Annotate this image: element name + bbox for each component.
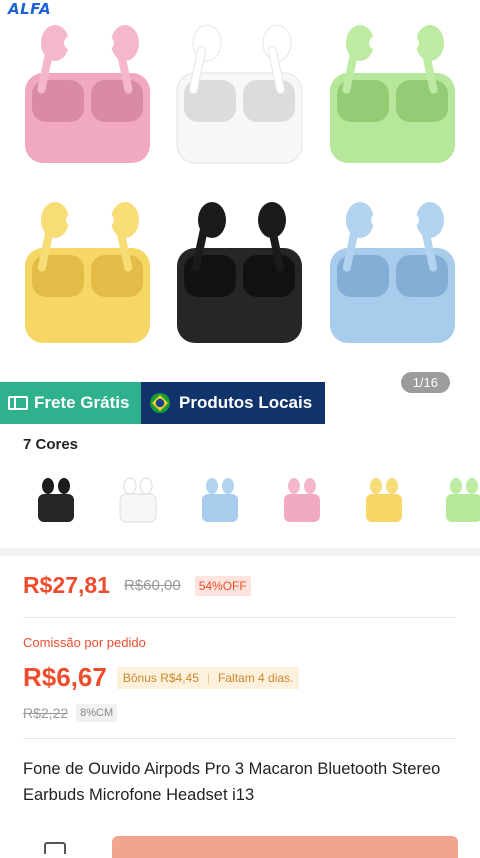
earbuds-white-image: [176, 24, 303, 164]
commission-row: R$6,67 Bônus R$4,45 | Faltam 4 dias.: [23, 662, 300, 693]
price-row: R$27,81 R$60,00 54%OFF: [23, 572, 251, 599]
color-swatch-pink[interactable]: [282, 476, 322, 524]
local-products-label: Produtos Locais: [179, 393, 313, 412]
color-swatch-green[interactable]: [444, 476, 480, 524]
current-price: R$27,81: [23, 572, 110, 598]
primary-action-button[interactable]: [112, 836, 458, 858]
color-swatch-blue[interactable]: [200, 476, 240, 524]
section-divider: [0, 548, 480, 556]
free-shipping-badge: Frete Grátis: [0, 382, 141, 424]
colors-title: 7 Cores: [23, 436, 79, 453]
brand-logo: ALFA: [8, 0, 52, 18]
commission-old-row: R$2,22 8%CM: [23, 704, 118, 722]
divider: [23, 738, 456, 739]
color-swatch-yellow[interactable]: [364, 476, 404, 524]
bonus-remaining: Faltam 4 dias.: [218, 670, 294, 685]
earbuds-green-image: [330, 25, 455, 163]
shop-icon[interactable]: [44, 842, 66, 854]
divider: [23, 617, 456, 618]
bonus-separator: |: [206, 670, 211, 685]
bonus-amount: Bônus R$4,45: [122, 670, 199, 685]
original-price: R$60,00: [123, 577, 181, 594]
bonus-pill: Bônus R$4,45 | Faltam 4 dias.: [116, 666, 300, 689]
commission-value: R$6,67: [23, 662, 107, 692]
commission-label: Comissão por pedido: [23, 635, 146, 650]
earbuds-blue-image: [330, 202, 455, 343]
earbuds-yellow-image: [25, 202, 150, 343]
discount-badge: 54%OFF: [194, 575, 251, 596]
earbuds-pink-image: [25, 25, 150, 163]
product-image-gallery[interactable]: ALFA 1/16: [0, 0, 480, 393]
color-swatch-white[interactable]: [118, 476, 158, 524]
image-counter: 1/16: [400, 372, 450, 393]
product-badges: Frete Grátis Produtos Locais: [0, 382, 325, 424]
commission-rate-tag: 8%CM: [76, 704, 118, 722]
local-products-badge: Produtos Locais: [141, 382, 325, 424]
ticket-icon: [8, 396, 28, 410]
free-shipping-label: Frete Grátis: [34, 393, 130, 412]
product-title: Fone de Ouvido Airpods Pro 3 Macaron Blu…: [23, 760, 441, 804]
commission-old-value: R$2,22: [23, 705, 69, 721]
brazil-flag-icon: [150, 393, 170, 413]
color-swatch-black[interactable]: [36, 476, 76, 524]
earbuds-black-image: [177, 202, 302, 343]
color-swatch-list: [26, 472, 480, 532]
